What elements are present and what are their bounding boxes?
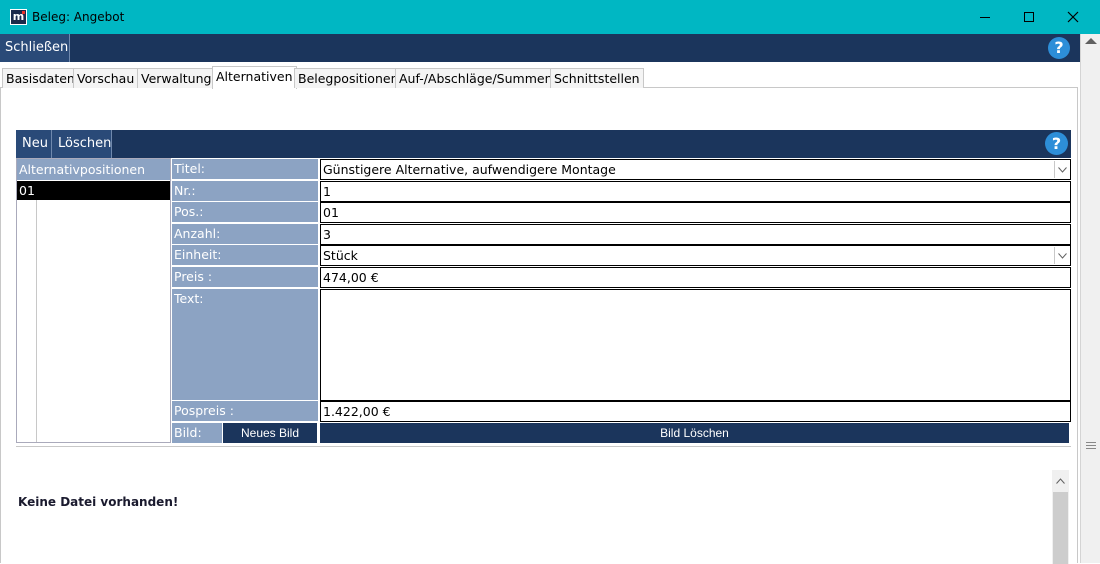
list-divider [36,200,37,442]
tab-belegpositionen[interactable]: Belegpositionen [294,68,403,88]
title-value: Günstigere Alternative, aufwendigere Mon… [323,162,616,177]
image-scrollbar[interactable] [1052,470,1069,564]
pospreis-label: Pospreis : [172,401,318,422]
scroll-up-icon[interactable] [1085,38,1097,44]
window-scrollbar[interactable] [1080,34,1100,563]
tab-verwaltung[interactable]: Verwaltung [137,68,216,88]
window-titlebar: m Beleg: Angebot [0,0,1100,34]
help-icon[interactable]: ? [1045,132,1068,155]
einheit-label: Einheit: [172,245,318,266]
tab-schnittstellen[interactable]: Schnittstellen [550,68,644,88]
einheit-select[interactable]: Stück [320,245,1071,266]
list-header: Alternativpositionen [17,159,170,180]
chevron-down-icon[interactable] [1054,161,1069,178]
close-button[interactable]: Schließen [0,34,70,62]
scroll-grip-icon[interactable] [1086,442,1096,449]
no-file-message: Keine Datei vorhanden! [18,495,179,509]
main-toolbar: Schließen [0,34,1080,62]
maximize-button[interactable] [1006,0,1052,34]
list-item[interactable]: 01 [17,181,170,200]
nr-label: Nr.: [172,181,318,202]
bild-label: Bild: [172,423,222,443]
einheit-value: Stück [323,248,358,263]
new-image-button[interactable]: Neues Bild [223,423,317,443]
pospreis-field[interactable]: 1.422,00 € [320,401,1071,422]
minimize-button[interactable] [962,0,1008,34]
alternatives-list: Alternativpositionen 01 [16,158,171,443]
scroll-thumb[interactable] [1053,492,1068,564]
tab-auf-abschlaege-summen[interactable]: Auf-/Abschläge/Summen [395,68,557,88]
tab-basisdaten[interactable]: Basisdaten [2,68,79,88]
preis-label: Preis : [172,267,318,288]
help-icon[interactable]: ? [1048,37,1070,59]
preis-field[interactable]: 474,00 € [320,267,1071,288]
anzahl-field[interactable]: 3 [320,224,1071,245]
title-label: Titel: [172,159,318,180]
text-label: Text: [172,289,318,401]
close-icon [1067,11,1079,23]
new-button[interactable]: Neu [16,130,52,158]
maximize-icon [1024,12,1034,22]
anzahl-label: Anzahl: [172,224,318,245]
pos-label: Pos.: [172,202,318,223]
delete-image-button[interactable]: Bild Löschen [320,423,1069,443]
image-preview-area: Keine Datei vorhanden! [16,446,1071,564]
tab-alternativen[interactable]: Alternativen [212,66,297,89]
chevron-down-icon[interactable] [1054,247,1069,264]
alternatives-toolbar: Neu Löschen [16,130,1071,158]
window-title: Beleg: Angebot [32,10,125,24]
pos-field[interactable]: 01 [320,202,1071,223]
title-select[interactable]: Günstigere Alternative, aufwendigere Mon… [320,159,1071,180]
delete-button[interactable]: Löschen [52,130,112,158]
scroll-up-icon[interactable] [1056,478,1065,484]
text-area[interactable] [320,289,1071,401]
nr-field[interactable]: 1 [320,181,1071,202]
tab-vorschau[interactable]: Vorschau [73,68,139,88]
tab-bar: Basisdaten Vorschau Verwaltung Alternati… [0,66,1078,89]
app-logo-icon: m [10,9,27,25]
close-window-button[interactable] [1050,0,1096,34]
minimize-icon [980,16,990,18]
